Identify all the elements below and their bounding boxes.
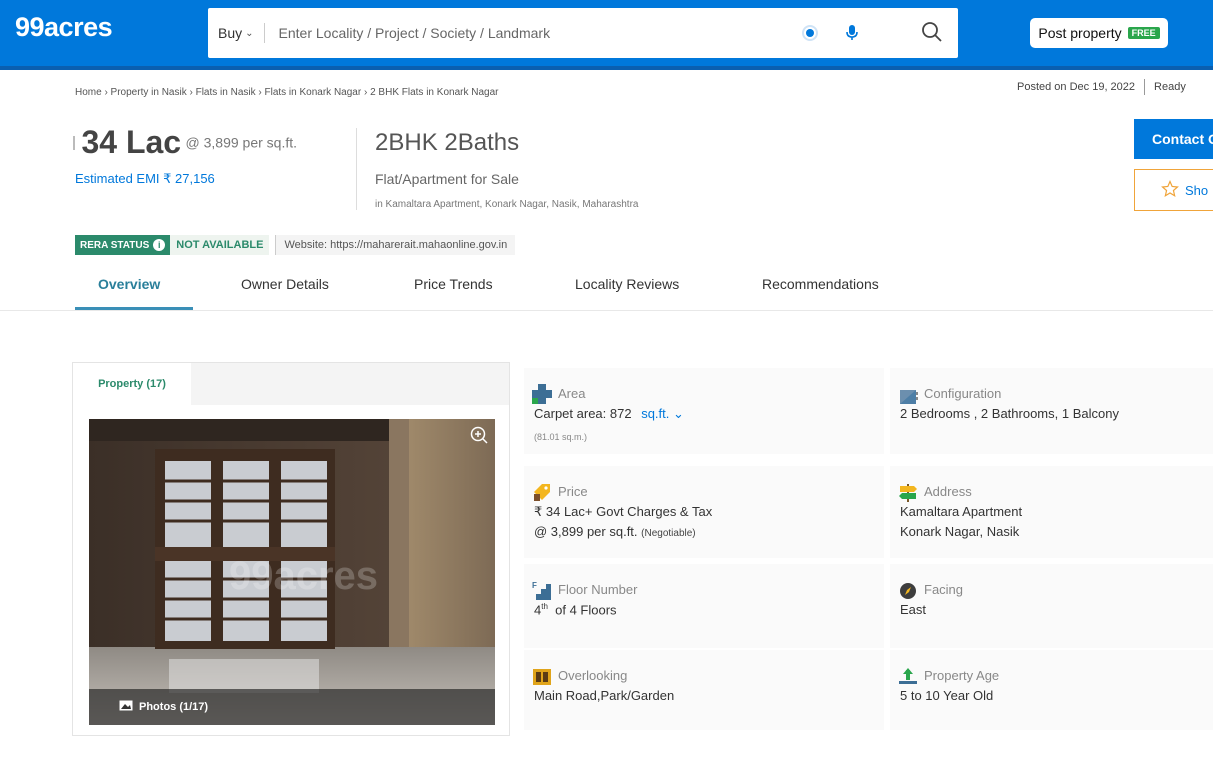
price-rate-value: @ 3,899 per sq.ft.: [534, 524, 638, 539]
detail-overlooking: Overlooking Main Road,Park/Garden: [524, 650, 884, 730]
posted-divider: [1144, 79, 1146, 95]
configuration-label: Configuration: [924, 386, 1002, 401]
area-label: Area: [558, 386, 586, 401]
breadcrumb[interactable]: Home › Property in Nasik › Flats in Nasi…: [75, 87, 498, 98]
buy-dropdown[interactable]: Buy ⌄: [218, 23, 265, 43]
chevron-down-icon: ⌄: [245, 27, 254, 39]
price-amount: 34 Lac: [81, 124, 182, 160]
floor-ordinal: th: [541, 602, 548, 611]
area-sqm: (81.01 sq.m.): [534, 432, 588, 442]
location-icon[interactable]: [800, 23, 820, 43]
compass-icon: [898, 580, 918, 600]
configuration-value: 2 Bedrooms , 2 Bathrooms, 1 Balcony: [900, 406, 1119, 421]
shortlist-button[interactable]: Sho: [1134, 169, 1213, 211]
detail-configuration: Configuration 2 Bedrooms , 2 Bathrooms, …: [890, 368, 1213, 454]
property-photo[interactable]: 99acres Photos (1/17): [89, 419, 495, 725]
floor-total: of 4 Floors: [555, 602, 617, 618]
detail-property-age: Property Age 5 to 10 Year Old: [890, 650, 1213, 730]
floor-stairs-icon: F: [532, 580, 552, 600]
carpet-area-text: Carpet area: 872: [534, 406, 632, 421]
detail-address: Address Kamaltara Apartment Konark Nagar…: [890, 466, 1213, 558]
post-property-label: Post property: [1038, 25, 1122, 41]
address-line1: Kamaltara Apartment: [900, 504, 1023, 519]
detail-area: Area Carpet area: 872 sq.ft. ⌄ (81.01 sq…: [524, 368, 884, 454]
detail-floor-number: F Floor Number 4th of 4 Floors: [524, 564, 884, 648]
address-label: Address: [924, 484, 972, 499]
floor-value: 4th of 4 Floors: [534, 602, 617, 617]
shortlist-label: Sho: [1185, 182, 1209, 198]
facing-label: Facing: [924, 582, 964, 597]
zoom-in-icon[interactable]: [469, 425, 489, 450]
property-age-label: Property Age: [924, 668, 1000, 683]
property-details-grid: Area Carpet area: 872 sq.ft. ⌄ (81.01 sq…: [524, 364, 1213, 744]
area-value: Carpet area: 872 sq.ft. ⌄: [534, 406, 684, 422]
property-age-value: 5 to 10 Year Old: [900, 688, 994, 703]
search-input[interactable]: [278, 25, 759, 41]
photo-gallery: Property (17) 99acres Photos (1/17): [72, 362, 510, 736]
post-property-button[interactable]: Post property FREE: [1030, 18, 1168, 48]
price-value: ₹ 34 Lac+ Govt Charges & Tax: [534, 504, 713, 519]
tab-recommendations[interactable]: Recommendations: [762, 272, 879, 310]
tabs-bottom-border: [0, 310, 1213, 311]
room-illustration: 99acres: [89, 419, 495, 725]
facing-value: East: [900, 602, 927, 617]
rera-website: Website: https://maharerait.mahaonline.g…: [275, 235, 516, 255]
currency-symbol-placeholder: [73, 135, 75, 150]
signpost-icon: [898, 482, 918, 502]
search-bar: Buy ⌄: [208, 8, 958, 58]
floor-label: Floor Number: [558, 582, 638, 597]
listing-address: in Kamaltara Apartment, Konark Nagar, Na…: [375, 199, 639, 210]
chevron-down-icon: ⌄: [673, 406, 684, 421]
posted-date: Posted on Dec 19, 2022: [1017, 80, 1136, 93]
star-icon: [1161, 179, 1179, 201]
estimated-emi-link[interactable]: Estimated EMI ₹ 27,156: [75, 171, 215, 187]
header-bottom-strip: [0, 66, 1213, 70]
price-rate: @ 3,899 per sq.ft. (Negotiable): [534, 524, 696, 539]
address-line2: Konark Nagar, Nasik: [900, 524, 1020, 539]
price-tag-icon: [532, 482, 552, 502]
rera-status-value: NOT AVAILABLE: [170, 235, 270, 255]
area-unit-label: sq.ft.: [641, 406, 670, 421]
rera-status-label: RERA STATUS: [80, 239, 150, 251]
buy-label: Buy: [218, 25, 243, 41]
price-label: Price: [558, 484, 588, 499]
overlooking-value: Main Road,Park/Garden: [534, 688, 675, 703]
building-age-icon: [898, 666, 918, 686]
search-icon[interactable]: [920, 20, 944, 44]
possession-status: Ready: [1154, 80, 1186, 93]
photos-count-bar[interactable]: Photos (1/17): [89, 689, 495, 725]
microphone-icon[interactable]: [842, 23, 862, 43]
svg-text:F: F: [532, 581, 537, 590]
price-per-sqft: @ 3,899 per sq.ft.: [185, 134, 298, 151]
posted-info: Posted on Dec 19, 2022 Ready: [1017, 79, 1186, 95]
tab-overview[interactable]: Overview: [98, 272, 160, 310]
listing-title: 2BHK 2Baths: [375, 129, 520, 156]
free-badge: FREE: [1127, 27, 1160, 39]
window-icon: [532, 666, 552, 686]
area-icon: [532, 384, 552, 404]
tab-locality-reviews[interactable]: Locality Reviews: [575, 272, 679, 310]
rera-status-row: RERA STATUS i NOT AVAILABLE Website: htt…: [75, 235, 516, 255]
negotiable-label: (Negotiable): [641, 528, 696, 539]
photos-count-label: Photos (1/17): [139, 701, 209, 713]
listing-type: Flat/Apartment for Sale: [375, 171, 519, 187]
contact-owner-button[interactable]: Contact O: [1134, 119, 1213, 159]
area-unit-dropdown[interactable]: sq.ft. ⌄: [641, 406, 684, 421]
detail-price: Price ₹ 34 Lac+ Govt Charges & Tax @ 3,8…: [524, 466, 884, 558]
price-title-divider: [356, 128, 357, 210]
gallery-tab-property[interactable]: Property (17): [73, 363, 191, 405]
detail-facing: Facing East: [890, 564, 1213, 648]
price-heading: 34 Lac @ 3,899 per sq.ft.: [73, 124, 297, 161]
image-icon: [119, 700, 133, 714]
tab-owner-details[interactable]: Owner Details: [241, 272, 329, 310]
tab-price-trends[interactable]: Price Trends: [414, 272, 493, 310]
info-icon[interactable]: i: [153, 239, 166, 251]
rera-status-badge: RERA STATUS i: [75, 235, 171, 255]
site-logo[interactable]: 99acres: [15, 12, 113, 43]
configuration-icon: [898, 384, 918, 404]
overlooking-label: Overlooking: [558, 668, 628, 683]
photo-watermark: 99acres: [229, 554, 378, 598]
